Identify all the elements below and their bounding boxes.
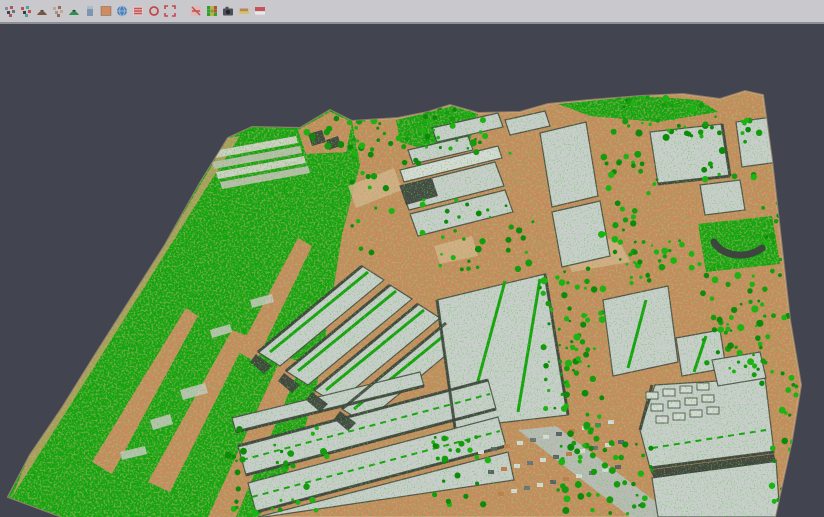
toolbar-sparse-points-icon[interactable] — [51, 4, 65, 19]
toolbar-rect-select-icon[interactable] — [163, 4, 177, 19]
toolbar-ground-class-icon[interactable] — [99, 4, 113, 19]
application-window — [0, 0, 824, 517]
toolbar-separator — [178, 4, 188, 19]
scene-canvas[interactable] — [0, 0, 824, 517]
toolbar-camera-icon[interactable] — [221, 4, 235, 19]
toolbar-building-tool-icon[interactable] — [83, 4, 97, 19]
toolbar — [0, 0, 824, 24]
toolbar-globe-icon[interactable] — [115, 4, 129, 19]
toolbar-clip-box-icon[interactable] — [189, 4, 203, 19]
toolbar-flag-icon[interactable] — [253, 4, 267, 19]
toolbar-terrain-brown-icon[interactable] — [35, 4, 49, 19]
toolbar-circle-select-icon[interactable] — [147, 4, 161, 19]
toolbar-terrain-green-icon[interactable] — [67, 4, 81, 19]
toolbar-profile-lines-icon[interactable] — [131, 4, 145, 19]
toolbar-classify-points-icon[interactable] — [19, 4, 33, 19]
toolbar-classification-map-icon[interactable] — [205, 4, 219, 19]
toolbar-measure-icon[interactable] — [237, 4, 251, 19]
toolbar-points-tool-icon[interactable] — [3, 4, 17, 19]
